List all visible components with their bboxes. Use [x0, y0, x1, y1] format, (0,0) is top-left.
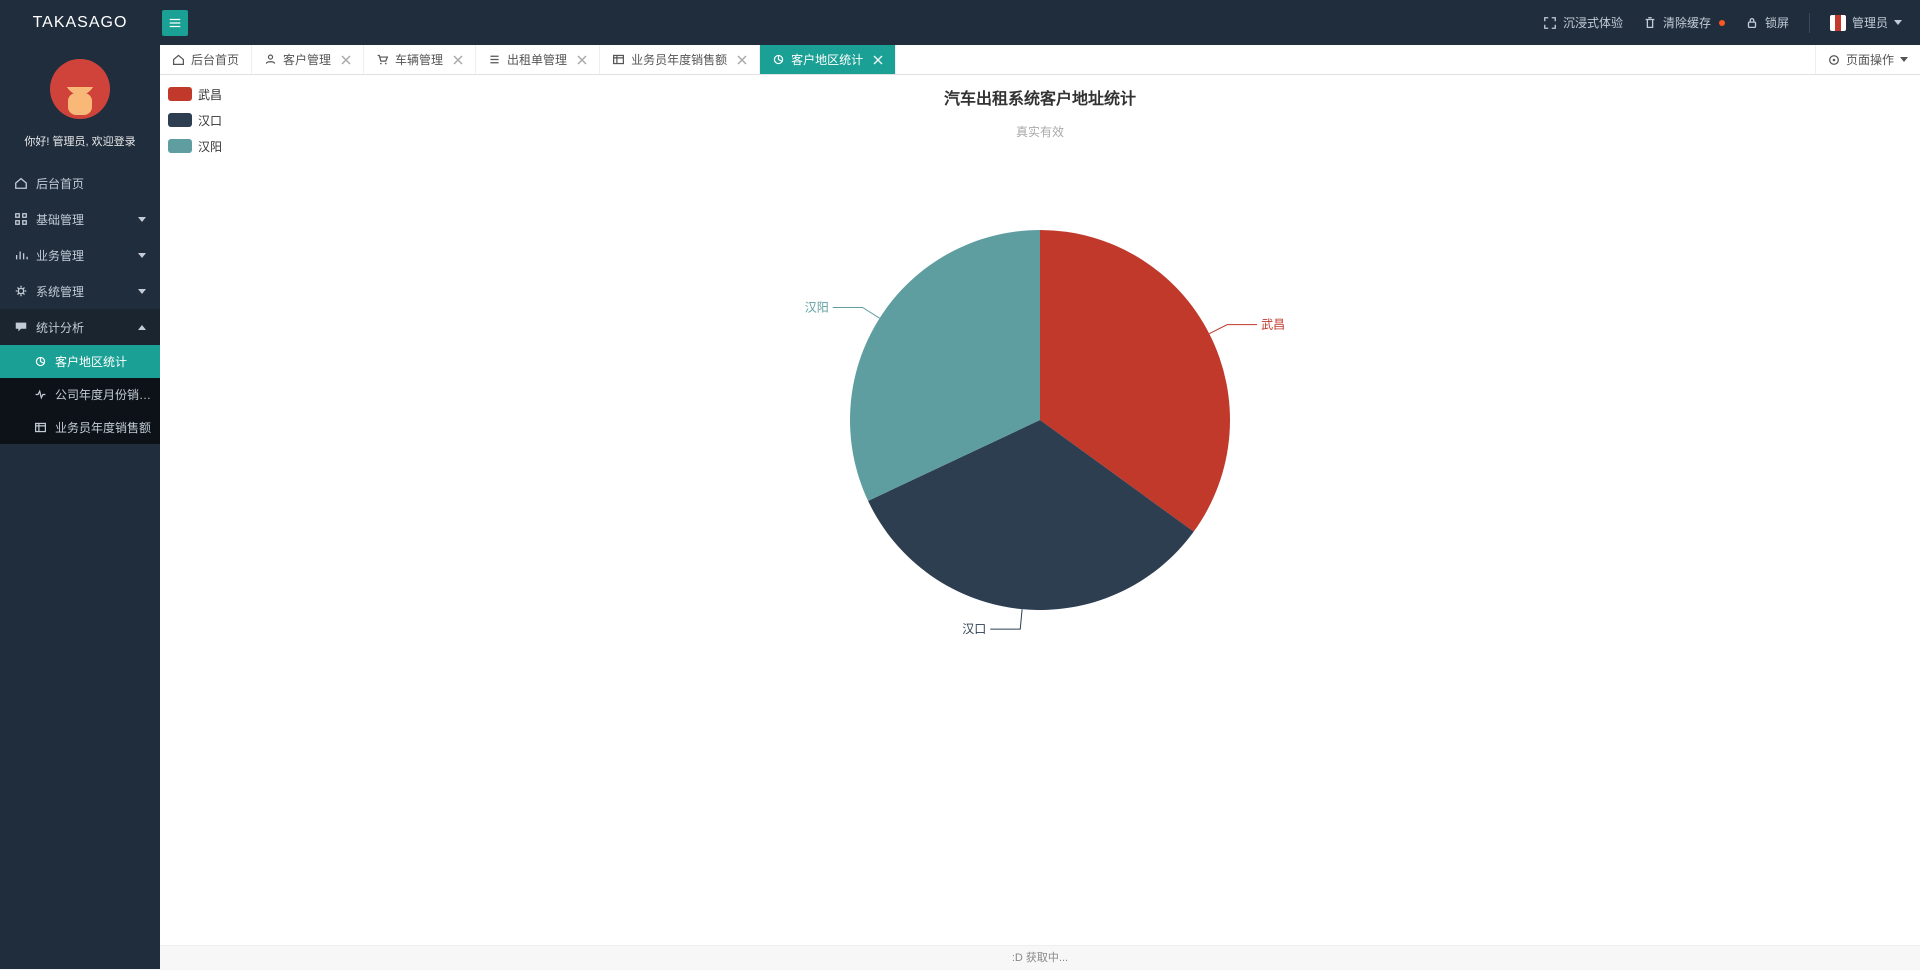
tab-customer[interactable]: 客户管理 — [252, 45, 364, 74]
lock-icon — [1745, 16, 1759, 30]
bars-icon — [14, 248, 28, 262]
page-ops-label: 页面操作 — [1846, 51, 1894, 68]
chevron-down-icon — [138, 289, 146, 294]
legend-label: 汉口 — [198, 112, 222, 129]
nav-home[interactable]: 后台首页 — [0, 165, 160, 201]
admin-avatar-icon — [1830, 15, 1846, 31]
legend-item[interactable]: 武昌 — [168, 81, 222, 107]
footer-status: :D 获取中... — [160, 945, 1920, 969]
chart-legend: 武昌汉口汉阳 — [168, 81, 222, 159]
brand-logo: TAKASAGO — [0, 14, 160, 32]
close-icon[interactable] — [737, 55, 747, 65]
immersive-button[interactable]: 沉浸式体验 — [1543, 14, 1623, 31]
legend-swatch — [168, 87, 192, 101]
sub-monthly-label: 公司年度月份销… — [55, 386, 151, 403]
chevron-down-icon — [138, 217, 146, 222]
trash-icon — [1643, 16, 1657, 30]
home-icon — [172, 53, 185, 66]
tab-home-label: 后台首页 — [191, 51, 239, 68]
legend-label: 汉阳 — [198, 138, 222, 155]
page-ops-menu[interactable]: 页面操作 — [1815, 45, 1920, 74]
target-icon — [1828, 54, 1840, 66]
pulse-icon — [34, 388, 47, 401]
pie-chart: 武昌汉口 汉阳 — [660, 200, 1420, 640]
user-avatar — [50, 59, 110, 119]
lock-button[interactable]: 锁屏 — [1745, 14, 1789, 31]
immersive-label: 沉浸式体验 — [1563, 14, 1623, 31]
sub-region-label: 客户地区统计 — [55, 353, 127, 370]
chevron-down-icon — [1894, 20, 1902, 25]
clear-cache-label: 清除缓存 — [1663, 14, 1711, 31]
sub-sales-label: 业务员年度销售额 — [55, 419, 151, 436]
chevron-up-icon — [138, 325, 146, 330]
clear-cache-button[interactable]: 清除缓存 — [1643, 14, 1725, 31]
pie-icon — [772, 53, 785, 66]
sub-sales-rep[interactable]: 业务员年度销售额 — [0, 411, 160, 444]
lock-label: 锁屏 — [1765, 14, 1789, 31]
tab-rental[interactable]: 出租单管理 — [476, 45, 600, 74]
nav-basic-label: 基础管理 — [36, 211, 84, 228]
hamburger-icon — [168, 16, 182, 30]
nav-sys-mgmt[interactable]: 系统管理 — [0, 273, 160, 309]
sub-monthly-sales[interactable]: 公司年度月份销… — [0, 378, 160, 411]
table-icon — [612, 53, 625, 66]
legend-item[interactable]: 汉阳 — [168, 133, 222, 159]
close-icon[interactable] — [873, 55, 883, 65]
legend-label: 武昌 — [198, 86, 222, 103]
menu-toggle[interactable] — [162, 10, 188, 36]
tab-home[interactable]: 后台首页 — [160, 45, 252, 74]
fullscreen-icon — [1543, 16, 1557, 30]
close-icon[interactable] — [341, 55, 351, 65]
home-icon — [14, 176, 28, 190]
nav-biz-mgmt[interactable]: 业务管理 — [0, 237, 160, 273]
nav-biz-label: 业务管理 — [36, 247, 84, 264]
cart-icon — [376, 53, 389, 66]
table-icon — [34, 421, 47, 434]
grid-icon — [14, 212, 28, 226]
chat-icon — [14, 320, 28, 334]
tab-region[interactable]: 客户地区统计 — [760, 45, 896, 74]
tab-sales[interactable]: 业务员年度销售额 — [600, 45, 760, 74]
legend-swatch — [168, 113, 192, 127]
tab-rental-label: 出租单管理 — [507, 51, 567, 68]
chevron-down-icon — [138, 253, 146, 258]
chart-title: 汽车出租系统客户地址统计 — [160, 85, 1920, 109]
tab-vehicle[interactable]: 车辆管理 — [364, 45, 476, 74]
admin-label: 管理员 — [1852, 14, 1888, 31]
admin-menu[interactable]: 管理员 — [1830, 14, 1902, 31]
tab-vehicle-label: 车辆管理 — [395, 51, 443, 68]
pie-icon — [34, 355, 47, 368]
nav-stats[interactable]: 统计分析 — [0, 309, 160, 345]
user-icon — [264, 53, 277, 66]
chart-subtitle: 真实有效 — [160, 123, 1920, 140]
nav-sys-label: 系统管理 — [36, 283, 84, 300]
notification-dot-icon — [1719, 20, 1725, 26]
nav-stats-label: 统计分析 — [36, 319, 84, 336]
list-icon — [488, 53, 501, 66]
tab-customer-label: 客户管理 — [283, 51, 331, 68]
nav-home-label: 后台首页 — [36, 175, 84, 192]
tab-region-label: 客户地区统计 — [791, 51, 863, 68]
sub-cust-region[interactable]: 客户地区统计 — [0, 345, 160, 378]
pie-label: 汉阳 — [805, 300, 829, 314]
nav-basic-mgmt[interactable]: 基础管理 — [0, 201, 160, 237]
legend-swatch — [168, 139, 192, 153]
welcome-text: 你好! 管理员, 欢迎登录 — [0, 133, 160, 149]
gear-icon — [14, 284, 28, 298]
close-icon[interactable] — [577, 55, 587, 65]
legend-item[interactable]: 汉口 — [168, 107, 222, 133]
pie-label: 汉口 — [962, 622, 986, 636]
close-icon[interactable] — [453, 55, 463, 65]
pie-label: 武昌 — [1261, 318, 1285, 332]
chevron-down-icon — [1900, 57, 1908, 62]
tab-sales-label: 业务员年度销售额 — [631, 51, 727, 68]
